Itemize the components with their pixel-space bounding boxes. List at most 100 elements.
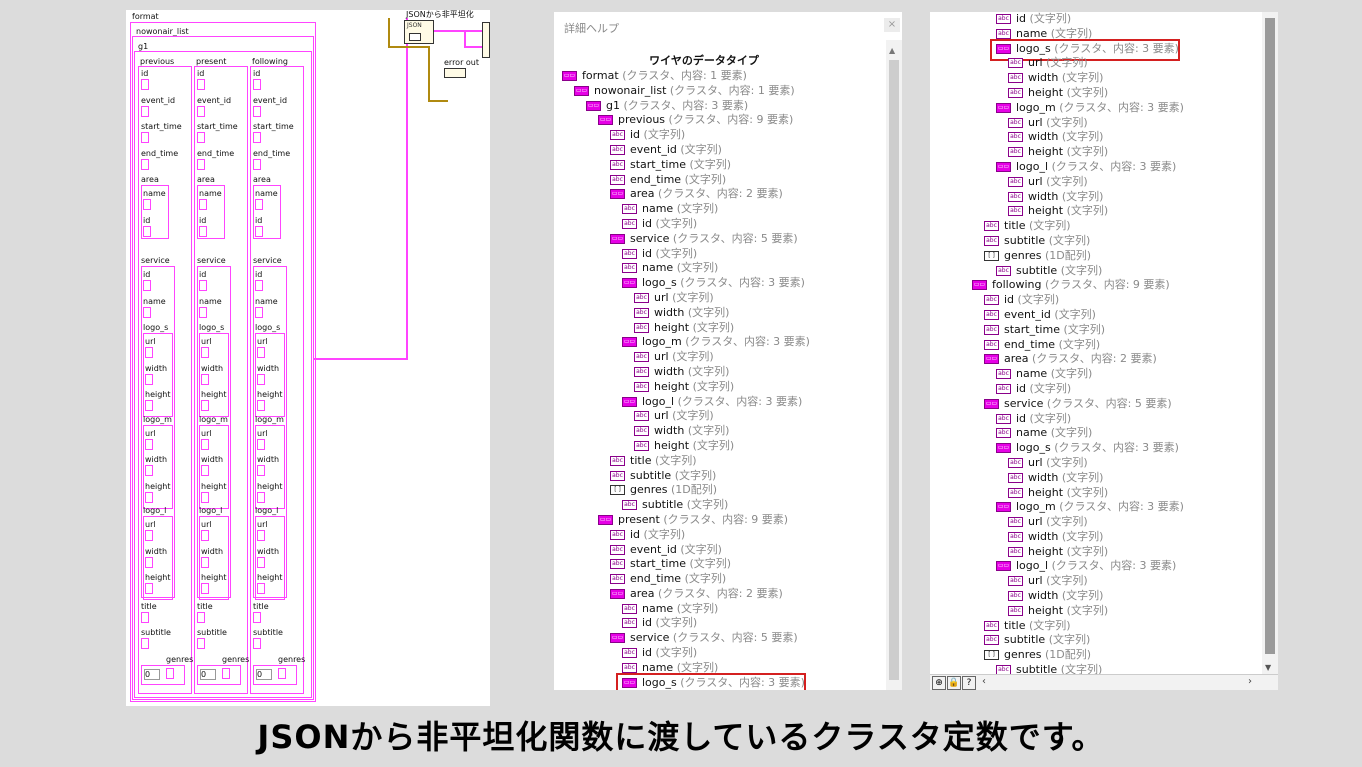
help-scrollbar-scrolled[interactable]: ▼: [1262, 12, 1278, 674]
tree-row[interactable]: abc subtitle (文字列): [936, 633, 1256, 648]
tree-row[interactable]: abc id (文字列): [562, 128, 882, 143]
tree-row[interactable]: abc url (文字列): [936, 515, 1256, 530]
string-constant[interactable]: [255, 225, 263, 237]
tree-row[interactable]: abc height (文字列): [562, 380, 882, 395]
tree-row[interactable]: ▭▭ logo_m (クラスタ、内容: 3 要素): [936, 500, 1256, 515]
tree-row[interactable]: abc id (文字列): [562, 646, 882, 661]
tree-row[interactable]: abc title (文字列): [936, 619, 1256, 634]
tree-row[interactable]: abc name (文字列): [936, 367, 1256, 382]
tree-row[interactable]: abc height (文字列): [936, 604, 1256, 619]
tree-row[interactable]: ▭▭ service (クラスタ、内容: 5 要素): [562, 631, 882, 646]
tree-row[interactable]: ▭▭ logo_s (クラスタ、内容: 3 要素): [936, 38, 1256, 61]
tree-row[interactable]: abc subtitle (文字列): [936, 234, 1256, 249]
tree-row[interactable]: abc event_id (文字列): [562, 543, 882, 558]
tree-row[interactable]: abc width (文字列): [936, 530, 1256, 545]
tree-row[interactable]: abc name (文字列): [562, 202, 882, 217]
array-index[interactable]: 0: [256, 668, 272, 680]
tree-row[interactable]: abc width (文字列): [562, 424, 882, 439]
tree-row[interactable]: abc start_time (文字列): [936, 323, 1256, 338]
tree-row[interactable]: abc event_id (文字列): [562, 143, 882, 158]
tree-row[interactable]: abc width (文字列): [562, 306, 882, 321]
tree-row[interactable]: abc id (文字列): [562, 247, 882, 262]
help-scrollbar[interactable]: ▲: [886, 40, 902, 690]
tree-row[interactable]: abc width (文字列): [562, 365, 882, 380]
string-constant[interactable]: [253, 79, 261, 90]
tree-row[interactable]: abc id (文字列): [936, 412, 1256, 427]
tree-row[interactable]: abc height (文字列): [562, 321, 882, 336]
array-index[interactable]: 0: [144, 668, 160, 680]
tree-row[interactable]: abc id (文字列): [562, 528, 882, 543]
string-constant[interactable]: [197, 611, 205, 623]
tree-row[interactable]: abc url (文字列): [936, 456, 1256, 471]
tree-row[interactable]: abc height (文字列): [936, 204, 1256, 219]
array-element[interactable]: [278, 667, 286, 679]
tree-row[interactable]: ▭▭ logo_s (クラスタ、内容: 3 要素): [936, 441, 1256, 456]
tree-row[interactable]: abc name (文字列): [936, 426, 1256, 441]
string-constant[interactable]: [197, 79, 205, 90]
tree-row[interactable]: abc title (文字列): [936, 219, 1256, 234]
string-constant[interactable]: [197, 132, 205, 143]
string-constant[interactable]: [197, 105, 205, 117]
tree-row[interactable]: abc url (文字列): [936, 56, 1256, 71]
string-constant[interactable]: [141, 611, 149, 623]
tree-row[interactable]: ▭▭ service (クラスタ、内容: 5 要素): [562, 232, 882, 247]
tree-row[interactable]: abc id (文字列): [936, 293, 1256, 308]
string-constant[interactable]: [141, 132, 149, 143]
tree-row[interactable]: abc id (文字列): [562, 616, 882, 631]
tree-row[interactable]: ▭▭ logo_l (クラスタ、内容: 3 要素): [562, 395, 882, 410]
tree-row[interactable]: abc start_time (文字列): [562, 557, 882, 572]
tree-row[interactable]: abc height (文字列): [562, 439, 882, 454]
tree-row[interactable]: ▭▭ previous (クラスタ、内容: 9 要素): [562, 113, 882, 128]
tree-row[interactable]: ▭▭ logo_s (クラスタ、内容: 3 要素): [562, 276, 882, 291]
tree-row[interactable]: ▭▭ logo_m (クラスタ、内容: 3 要素): [562, 335, 882, 350]
tree-row[interactable]: abc id (文字列): [562, 217, 882, 232]
tree-row[interactable]: abc width (文字列): [936, 190, 1256, 205]
tree-row[interactable]: abc url (文字列): [936, 574, 1256, 589]
tree-row[interactable]: abc name (文字列): [562, 602, 882, 617]
tree-row[interactable]: abc height (文字列): [936, 545, 1256, 560]
string-constant[interactable]: [197, 638, 205, 649]
tree-row[interactable]: abc url (文字列): [562, 350, 882, 365]
string-constant[interactable]: [143, 225, 151, 237]
unflatten-function-node[interactable]: JSON: [404, 20, 434, 44]
tree-row[interactable]: abc width (文字列): [936, 130, 1256, 145]
tree-row[interactable]: abc width (文字列): [936, 71, 1256, 86]
edit-icon[interactable]: 🔒: [947, 676, 961, 690]
tree-row[interactable]: [ ] genres (1D配列): [936, 648, 1256, 663]
tree-row[interactable]: abc name (文字列): [562, 261, 882, 276]
scroll-right-icon[interactable]: ›: [1248, 676, 1252, 687]
service-cluster[interactable]: [141, 266, 175, 598]
tree-row[interactable]: ▭▭ area (クラスタ、内容: 2 要素): [936, 352, 1256, 367]
tree-row[interactable]: abc event_id (文字列): [936, 308, 1256, 323]
help-scroll-thumb[interactable]: [889, 60, 899, 680]
help-scroll-thumb-scrolled[interactable]: [1265, 18, 1275, 654]
scroll-down-icon[interactable]: ▼: [1265, 663, 1271, 672]
string-constant[interactable]: [141, 158, 149, 170]
tree-row[interactable]: ▭▭ logo_s (クラスタ、内容: 3 要素): [562, 672, 882, 690]
close-icon[interactable]: ×: [884, 18, 900, 32]
tree-row[interactable]: abc id (文字列): [936, 382, 1256, 397]
tree-row[interactable]: abc end_time (文字列): [562, 572, 882, 587]
string-constant[interactable]: [199, 225, 207, 237]
tree-row[interactable]: abc subtitle (文字列): [562, 469, 882, 484]
service-cluster[interactable]: [197, 266, 231, 598]
service-cluster[interactable]: [253, 266, 287, 598]
string-constant[interactable]: [199, 199, 207, 210]
string-constant[interactable]: [253, 638, 261, 649]
tree-row[interactable]: [ ] genres (1D配列): [936, 249, 1256, 264]
tree-row[interactable]: abc url (文字列): [936, 116, 1256, 131]
tree-row[interactable]: ▭▭ area (クラスタ、内容: 2 要素): [562, 587, 882, 602]
error-out-indicator[interactable]: [444, 68, 466, 78]
tree-row[interactable]: ▭▭ logo_m (クラスタ、内容: 3 要素): [936, 101, 1256, 116]
tree-row[interactable]: ▭▭ nowonair_list (クラスタ、内容: 1 要素): [562, 84, 882, 99]
array-element[interactable]: [222, 667, 230, 679]
tree-row[interactable]: ▭▭ area (クラスタ、内容: 2 要素): [562, 187, 882, 202]
tree-row[interactable]: abc end_time (文字列): [562, 173, 882, 188]
scroll-left-icon[interactable]: ‹: [982, 676, 986, 687]
string-constant[interactable]: [197, 158, 205, 170]
tree-row[interactable]: abc start_time (文字列): [562, 158, 882, 173]
tree-row[interactable]: ▭▭ present (クラスタ、内容: 9 要素): [562, 513, 882, 528]
tree-row[interactable]: abc end_time (文字列): [936, 338, 1256, 353]
string-constant[interactable]: [143, 199, 151, 210]
tree-row[interactable]: abc subtitle (文字列): [936, 264, 1256, 279]
